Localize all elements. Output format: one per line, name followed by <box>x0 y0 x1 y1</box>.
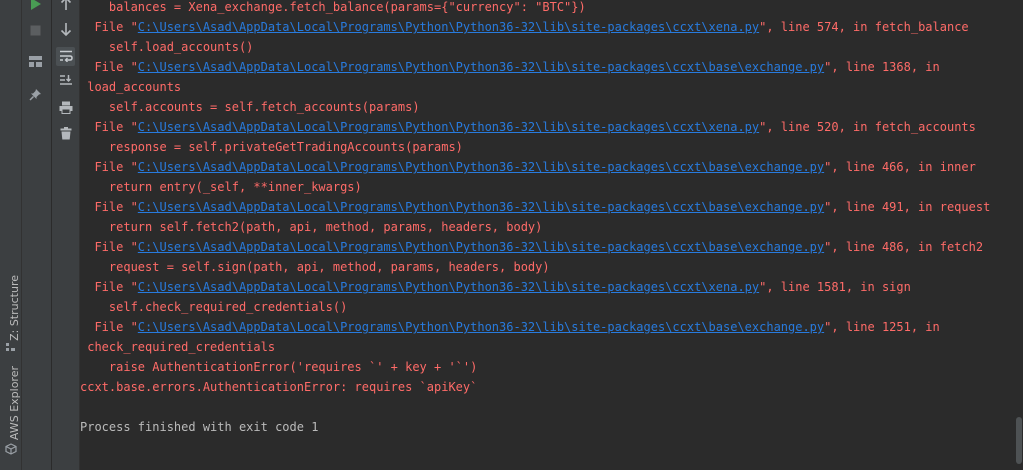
console-toolbar <box>52 0 80 470</box>
console-line-text: return entry(_self, **inner_kwargs) <box>80 180 362 194</box>
file-path-link[interactable]: C:\Users\Asad\AppData\Local\Programs\Pyt… <box>138 120 759 134</box>
console-line-text: self.accounts = self.fetch_accounts(para… <box>80 100 420 114</box>
console-line-suffix: ", line 1251, in <box>824 320 940 334</box>
scroll-up-icon <box>60 0 72 15</box>
console-line-suffix: ", line 1581, in sign <box>759 280 911 294</box>
left-tool-strip: Z: Structure AWS Explorer <box>0 0 22 470</box>
console-line: self.check_required_credentials() <box>80 297 990 317</box>
console-line-text: load_accounts <box>80 80 182 94</box>
console-line: File "C:\Users\Asad\AppData\Local\Progra… <box>80 277 990 297</box>
scroll-to-end-button[interactable] <box>56 72 75 91</box>
console-output[interactable]: balances = Xena_exchange.fetch_balance(p… <box>80 0 1015 470</box>
console-line: self.accounts = self.fetch_accounts(para… <box>80 97 990 117</box>
file-path-link[interactable]: C:\Users\Asad\AppData\Local\Programs\Pyt… <box>138 240 824 254</box>
aws-explorer-label: AWS Explorer <box>8 365 21 441</box>
console-line-text: raise AuthenticationError('requires `' +… <box>80 360 478 374</box>
console-line-text: File " <box>80 320 138 334</box>
aws-explorer-tab[interactable]: AWS Explorer <box>1 365 21 441</box>
console-line-text: self.load_accounts() <box>80 40 254 54</box>
console-line-suffix: ", line 520, in fetch_accounts <box>759 120 976 134</box>
console-line: return self.fetch2(path, api, method, pa… <box>80 217 990 237</box>
console-line-text: File " <box>80 120 138 134</box>
console-line-text: File " <box>80 20 138 34</box>
trash-icon <box>60 125 72 144</box>
console-line: return entry(_self, **inner_kwargs) <box>80 177 990 197</box>
console-line: balances = Xena_exchange.fetch_balance(p… <box>80 0 990 17</box>
console-line-text: ccxt.base.errors.AuthenticationError: re… <box>80 380 478 394</box>
console-line-suffix: ", line 574, in fetch_balance <box>759 20 969 34</box>
file-path-link[interactable]: C:\Users\Asad\AppData\Local\Programs\Pyt… <box>138 200 824 214</box>
console-line-text: balances = Xena_exchange.fetch_balance(p… <box>80 0 586 14</box>
console-line: File "C:\Users\Asad\AppData\Local\Progra… <box>80 17 990 37</box>
console-line: ccxt.base.errors.AuthenticationError: re… <box>80 377 990 397</box>
clear-all-button[interactable] <box>56 125 75 144</box>
aws-icon <box>5 440 17 455</box>
console-line: File "C:\Users\Asad\AppData\Local\Progra… <box>80 157 990 177</box>
console-line-suffix: ", line 491, in request <box>824 200 991 214</box>
layout-button[interactable] <box>26 52 45 71</box>
console-line-text: File " <box>80 60 138 74</box>
rerun-button[interactable] <box>26 0 45 15</box>
print-button[interactable] <box>56 99 75 118</box>
file-path-link[interactable]: C:\Users\Asad\AppData\Local\Programs\Pyt… <box>138 320 824 334</box>
print-icon <box>59 99 73 118</box>
stop-icon <box>30 21 41 40</box>
console-line-text: self.check_required_credentials() <box>80 300 348 314</box>
console-line: self.load_accounts() <box>80 37 990 57</box>
run-tool-column <box>22 0 52 470</box>
stop-button[interactable] <box>26 21 45 40</box>
scroll-down-button[interactable] <box>56 21 75 40</box>
rerun-icon <box>30 0 42 15</box>
console-line: File "C:\Users\Asad\AppData\Local\Progra… <box>80 57 990 77</box>
console-lines: balances = Xena_exchange.fetch_balance(p… <box>80 0 990 437</box>
console-line: File "C:\Users\Asad\AppData\Local\Progra… <box>80 237 990 257</box>
pin-icon <box>29 86 42 105</box>
console-line-text: File " <box>80 200 138 214</box>
console-line-suffix: ", line 486, in fetch2 <box>824 240 984 254</box>
layout-icon <box>29 52 42 71</box>
console-line: File "C:\Users\Asad\AppData\Local\Progra… <box>80 117 990 137</box>
z-structure-label: Z: Structure <box>8 275 21 341</box>
scroll-to-end-icon <box>59 72 73 91</box>
console-line-text: File " <box>80 160 138 174</box>
z-structure-tab[interactable]: Z: Structure <box>1 268 21 348</box>
console-line-text: return self.fetch2(path, api, method, pa… <box>80 220 543 234</box>
file-path-link[interactable]: C:\Users\Asad\AppData\Local\Programs\Pyt… <box>138 280 759 294</box>
scroll-up-button[interactable] <box>56 0 75 15</box>
console-line: load_accounts <box>80 77 990 97</box>
console-line: File "C:\Users\Asad\AppData\Local\Progra… <box>80 317 990 337</box>
console-line: request = self.sign(path, api, method, p… <box>80 257 990 277</box>
console-line-text: request = self.sign(path, api, method, p… <box>80 260 550 274</box>
console-line-suffix: ", line 466, in inner <box>824 160 976 174</box>
scroll-down-icon <box>60 21 72 40</box>
file-path-link[interactable]: C:\Users\Asad\AppData\Local\Programs\Pyt… <box>138 60 824 74</box>
console-line: File "C:\Users\Asad\AppData\Local\Progra… <box>80 197 990 217</box>
scrollbar-thumb[interactable] <box>1016 417 1022 464</box>
file-path-link[interactable]: C:\Users\Asad\AppData\Local\Programs\Pyt… <box>138 160 824 174</box>
console-line: Process finished with exit code 1 <box>80 417 990 437</box>
soft-wrap-icon <box>59 47 73 66</box>
console-line-text: File " <box>80 280 138 294</box>
pin-button[interactable] <box>26 86 45 105</box>
soft-wrap-button[interactable] <box>56 47 75 66</box>
console-line-text: File " <box>80 240 138 254</box>
console-line-text: check_required_credentials <box>80 340 276 354</box>
console-line: response = self.privateGetTradingAccount… <box>80 137 990 157</box>
console-line: check_required_credentials <box>80 337 990 357</box>
vertical-scrollbar[interactable] <box>1015 0 1023 470</box>
structure-icon <box>6 337 16 351</box>
console-line-suffix: ", line 1368, in <box>824 60 940 74</box>
console-line-text: Process finished with exit code 1 <box>80 420 319 434</box>
file-path-link[interactable]: C:\Users\Asad\AppData\Local\Programs\Pyt… <box>138 20 759 34</box>
console-line: raise AuthenticationError('requires `' +… <box>80 357 990 377</box>
console-line-text: response = self.privateGetTradingAccount… <box>80 140 463 154</box>
